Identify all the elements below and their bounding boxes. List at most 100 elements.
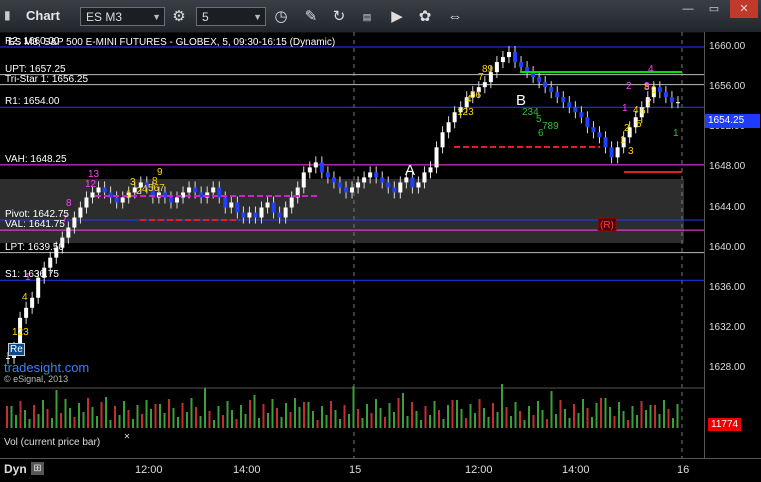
price-bar-body (30, 297, 35, 308)
copyright-text: © eSignal, 2013 (4, 374, 69, 384)
volume-bar (312, 411, 314, 428)
price-bar-body (573, 107, 578, 113)
play-icon[interactable]: ▶ (386, 6, 408, 28)
volume-bar (447, 405, 449, 428)
tools-icon[interactable]: ✿ (414, 6, 436, 28)
volume-bar (186, 412, 188, 428)
close-study-icon[interactable]: ✕ (122, 432, 132, 442)
restore-button[interactable]: ▭ (702, 0, 726, 18)
price-bar-body (90, 192, 95, 198)
price-bar-body (398, 182, 403, 193)
volume-bar (141, 414, 143, 428)
price-bar-body (609, 147, 614, 158)
refresh-icon[interactable]: ↻ (328, 6, 350, 28)
brand-watermark: tradesight.com (4, 360, 90, 375)
volume-bar (226, 401, 229, 428)
count-marker: 123 (457, 107, 474, 118)
volume-bar (276, 408, 278, 428)
symbol-input[interactable]: ES M3 ▼ (80, 7, 165, 26)
volume-bar (370, 413, 373, 428)
volume-bar (334, 410, 337, 428)
time-axis: Dyn ⊞ 12:00 14:00 15 12:00 14:00 16 (0, 458, 761, 482)
pencil-icon[interactable]: ✎ (300, 6, 322, 28)
volume-bar (262, 404, 265, 428)
volume-bar (96, 416, 98, 428)
volume-bar (442, 419, 445, 428)
volume-bar (280, 417, 283, 428)
level-lines (0, 46, 704, 281)
count-marker: 4 (648, 64, 654, 75)
minimize-button[interactable]: — (676, 0, 700, 18)
volume-bar (582, 399, 584, 428)
price-bar-body (247, 212, 252, 218)
volume-bar (586, 408, 589, 428)
volume-bar (213, 420, 215, 428)
volume-bar (388, 403, 391, 428)
volume-bar (51, 418, 53, 428)
time-tick: 12:00 (135, 464, 163, 476)
interval-input[interactable]: 5 ▼ (196, 7, 266, 26)
price-bar-body (356, 182, 361, 188)
dynamic-mode-label[interactable]: Dyn (4, 462, 27, 476)
volume-bar (465, 418, 467, 428)
price-bar-body (271, 202, 276, 213)
window-titlebar: ▮ Chart ES M3 ▼ ⚙ 5 ▼ ◷ ✎ ↻ ▤ ▶ ✿ ⇔ — ▭ … (0, 0, 761, 33)
volume-bar (321, 406, 323, 428)
price-bar-body (120, 197, 125, 203)
price-bar-body (506, 52, 511, 58)
price-bar-body (283, 207, 288, 218)
price-bar-body (344, 187, 348, 193)
close-button[interactable]: ✕ (730, 0, 758, 18)
count-marker: 9 (651, 85, 657, 96)
volume-bar (172, 408, 175, 428)
volume-bar (537, 401, 539, 428)
count-marker: 5 (636, 119, 642, 130)
count-marker: 789 (542, 121, 559, 132)
count-marker: 3 (628, 146, 634, 157)
price-bar-body (428, 167, 433, 173)
settings-gear-icon[interactable]: ⚙ (168, 6, 190, 28)
link-icon[interactable]: ⇔ (444, 6, 466, 28)
volume-bar (676, 404, 679, 428)
price-chart[interactable]: (R) A B 123 4 1 7 8 12 13 3 9 1 2 4 567 … (0, 32, 704, 458)
volume-bar (253, 395, 256, 428)
price-bar-body (193, 187, 198, 193)
replay-icon[interactable]: Re (8, 343, 25, 356)
volume-bar (330, 401, 332, 428)
volume-value-tag: 11774 (708, 418, 742, 431)
count-marker: 1 (673, 128, 679, 139)
count-marker: 89 (482, 64, 494, 75)
level-label-val: VAL: 1641.75 (5, 219, 65, 231)
time-tick: 12:00 (465, 464, 493, 476)
volume-bar (640, 401, 643, 428)
volume-bar (249, 400, 251, 428)
clock-icon[interactable]: ◷ (270, 6, 292, 28)
price-bar-body (446, 122, 451, 133)
price-bar-body (380, 177, 385, 183)
price-tick: 1632.00 (709, 321, 746, 333)
volume-bar (307, 402, 310, 428)
scale-toggle-icon[interactable]: ⊞ (31, 462, 44, 475)
volume-bar (19, 401, 22, 428)
volume-bar (379, 408, 382, 428)
price-bar-body (331, 177, 336, 183)
volume-bar (519, 411, 521, 428)
price-bar-body (603, 137, 608, 148)
volume-bar (559, 400, 562, 428)
volume-bar (82, 412, 85, 428)
level-label-vah: VAH: 1648.25 (5, 153, 67, 165)
volume-bar (316, 420, 319, 428)
chevron-down-icon[interactable]: ▼ (152, 8, 161, 27)
price-bar-body (24, 307, 29, 318)
volume-bar (411, 402, 413, 428)
study-icon[interactable]: ▤ (356, 6, 378, 28)
price-bar-body (597, 132, 602, 138)
volume-bar (352, 386, 355, 428)
price-bar-body (223, 197, 228, 208)
count-marker: 4 (22, 292, 28, 303)
chart-app-icon: ▮ (4, 8, 11, 22)
volume-bar (402, 393, 404, 428)
price-bar-body (301, 172, 306, 188)
price-bar-body (585, 117, 590, 128)
chevron-down-icon[interactable]: ▼ (253, 8, 262, 27)
